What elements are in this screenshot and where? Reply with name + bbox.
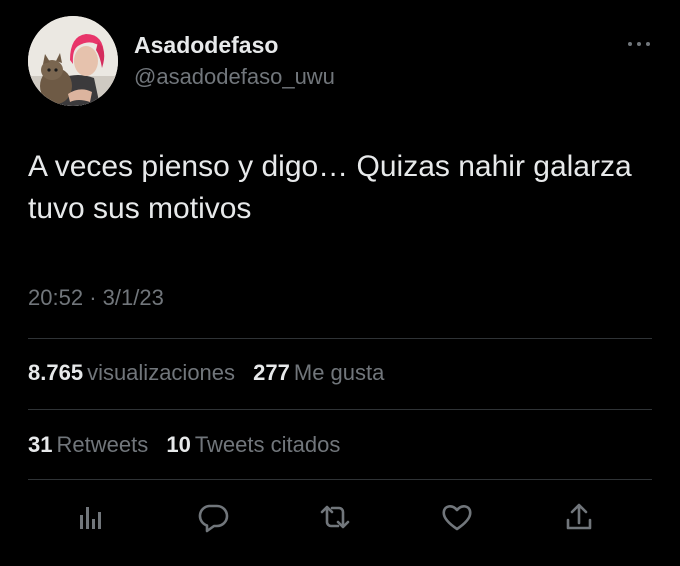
divider	[28, 409, 652, 410]
retweets-count: 31	[28, 432, 53, 457]
reply-icon[interactable]	[196, 500, 230, 534]
likes-count: 277	[253, 360, 290, 385]
divider	[28, 479, 652, 480]
author-handle[interactable]: @asadodefaso_uwu	[134, 63, 335, 91]
share-icon[interactable]	[562, 500, 596, 534]
retweets-label: Retweets	[56, 432, 149, 457]
like-icon[interactable]	[440, 500, 474, 534]
divider	[28, 338, 652, 339]
analytics-icon[interactable]	[74, 500, 108, 534]
quotes-count: 10	[166, 432, 191, 457]
action-bar	[28, 500, 652, 536]
more-horizontal-icon[interactable]	[626, 34, 652, 54]
views-label: visualizaciones	[87, 360, 236, 385]
avatar[interactable]	[28, 16, 118, 106]
quotes-label: Tweets citados	[194, 432, 341, 457]
tweet-time: 20:52	[28, 285, 84, 310]
retweet-icon[interactable]	[318, 500, 352, 534]
views-stat[interactable]: 8.765 visualizaciones	[28, 359, 235, 387]
tweet-text: A veces pienso y digo… Quizas nahir gala…	[28, 150, 632, 225]
views-count: 8.765	[28, 360, 84, 385]
likes-stat[interactable]: 277 Me gusta	[253, 359, 384, 387]
stats-row-shares: 31 Retweets 10 Tweets citados	[28, 431, 352, 459]
likes-label: Me gusta	[293, 360, 385, 385]
quotes-stat[interactable]: 10 Tweets citados	[166, 431, 340, 459]
author-display-name[interactable]: Asadodefaso	[134, 31, 278, 59]
tweet-date: 3/1/23	[102, 285, 164, 310]
user-avatar-image	[28, 16, 118, 106]
tweet-timestamp[interactable]: 20:52 · 3/1/23	[28, 284, 164, 312]
retweets-stat[interactable]: 31 Retweets	[28, 431, 148, 459]
stats-row-engagement: 8.765 visualizaciones 277 Me gusta	[28, 359, 396, 387]
timestamp-separator: ·	[89, 285, 97, 310]
